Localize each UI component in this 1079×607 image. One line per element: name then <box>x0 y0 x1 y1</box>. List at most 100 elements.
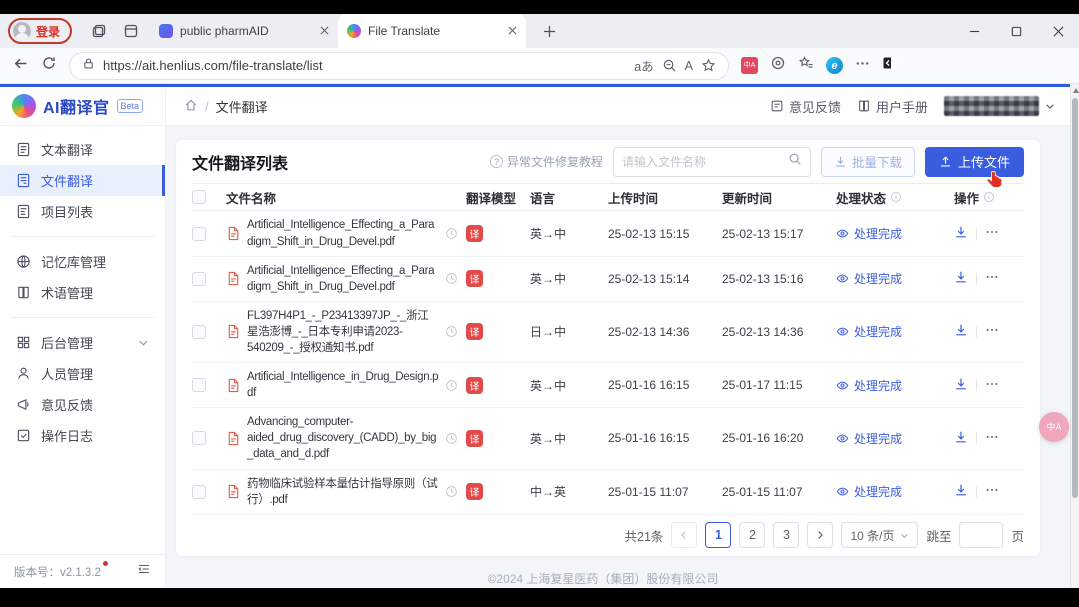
more-actions-icon[interactable] <box>985 377 999 394</box>
download-icon[interactable] <box>954 270 968 287</box>
app-title: AI翻译官 <box>43 94 110 118</box>
page-button-1[interactable]: 1 <box>705 522 731 548</box>
home-icon[interactable] <box>184 98 198 115</box>
search-icon[interactable] <box>788 152 802 171</box>
download-icon[interactable] <box>954 430 968 447</box>
row-checkbox[interactable] <box>192 378 206 392</box>
scrollbar-thumb[interactable] <box>1072 98 1078 498</box>
row-checkbox[interactable] <box>192 272 206 286</box>
translate-extension-icon[interactable]: 中A <box>741 57 758 74</box>
file-name-cell: Artificial_Intelligence_Effecting_a_Para… <box>226 217 466 249</box>
next-page-button[interactable] <box>807 522 833 548</box>
back-icon[interactable] <box>12 55 29 77</box>
divider <box>976 326 977 338</box>
prev-page-button[interactable] <box>671 522 697 548</box>
batch-download-button[interactable]: 批量下载 <box>821 147 915 177</box>
vertical-tabs-icon[interactable] <box>118 18 144 44</box>
lock-icon[interactable] <box>82 57 95 75</box>
status-cell[interactable]: 处理完成 <box>836 270 954 287</box>
table-row[interactable]: Advancing_computer-aided_drug_discovery_… <box>192 408 1024 469</box>
page-button-3[interactable]: 3 <box>773 522 799 548</box>
row-checkbox[interactable] <box>192 325 206 339</box>
table-row[interactable]: Artificial_Intelligence_in_Drug_Design.p… <box>192 363 1024 408</box>
sidebar-item-admin[interactable]: 后台管理 <box>0 327 165 358</box>
more-icon[interactable] <box>855 56 870 76</box>
zoom-out-icon[interactable] <box>662 58 677 73</box>
table-row[interactable]: 药物临床试验样本量估计指导原则（试行）.pdf 译 中→英 25-01-15 1… <box>192 470 1024 515</box>
feedback-link[interactable]: 意见反馈 <box>770 97 841 116</box>
upload-button[interactable]: 上传文件 <box>925 147 1024 177</box>
status-cell[interactable]: 处理完成 <box>836 377 954 394</box>
status-cell[interactable]: 处理完成 <box>836 483 954 500</box>
row-checkbox[interactable] <box>192 431 206 445</box>
download-icon[interactable] <box>954 483 968 500</box>
browser-profile-button[interactable]: 登录 <box>8 18 72 44</box>
view-eye-icon <box>836 272 849 285</box>
scroll-up-arrow[interactable] <box>1073 88 1079 93</box>
favorite-star-icon[interactable] <box>701 58 716 73</box>
sidebar-item-project-list[interactable]: 项目列表 <box>0 196 165 227</box>
url-text[interactable]: https://ait.henlius.com/file-translate/l… <box>103 58 626 73</box>
select-all-checkbox[interactable] <box>192 190 206 204</box>
pdf-file-icon <box>226 226 241 241</box>
row-checkbox[interactable] <box>192 227 206 241</box>
personnel-icon <box>16 366 31 381</box>
upload-time-cell: 25-02-13 14:36 <box>608 325 722 339</box>
login-label[interactable]: 登录 <box>36 23 60 40</box>
more-actions-icon[interactable] <box>985 270 999 287</box>
sidebar-item-feedback[interactable]: 意见反馈 <box>0 389 165 420</box>
refresh-icon[interactable] <box>41 55 57 76</box>
page-button-2[interactable]: 2 <box>739 522 765 548</box>
status-cell[interactable]: 处理完成 <box>836 225 954 242</box>
sidebar-item-text-translate[interactable]: 文本翻译 <box>0 134 165 165</box>
manual-link[interactable]: 用户手册 <box>857 97 928 116</box>
search-input[interactable] <box>622 155 788 169</box>
translate-page-icon[interactable]: aあ <box>634 56 653 75</box>
status-cell[interactable]: 处理完成 <box>836 430 954 447</box>
table-row[interactable]: Artificial_Intelligence_Effecting_a_Para… <box>192 257 1024 302</box>
new-tab-button[interactable] <box>536 18 562 44</box>
admin-grid-icon <box>16 335 31 350</box>
tab-close-icon[interactable] <box>320 24 329 38</box>
browser-logo-icon[interactable]: e <box>826 57 843 74</box>
extension-icon[interactable] <box>770 55 786 76</box>
app-logo[interactable]: AI翻译官 Beta <box>0 87 166 125</box>
actions-cell <box>954 483 1024 500</box>
more-actions-icon[interactable] <box>985 483 999 500</box>
download-icon[interactable] <box>954 225 968 242</box>
more-actions-icon[interactable] <box>985 430 999 447</box>
address-bar[interactable]: https://ait.henlius.com/file-translate/l… <box>69 52 729 80</box>
tab-close-icon[interactable] <box>508 24 517 38</box>
page-scrollbar[interactable] <box>1070 84 1079 588</box>
per-page-select[interactable]: 10 条/页 <box>841 522 918 548</box>
jump-page-input[interactable] <box>959 522 1003 548</box>
model-cell: 译 <box>466 225 530 242</box>
download-icon[interactable] <box>954 377 968 394</box>
more-actions-icon[interactable] <box>985 225 999 242</box>
workspaces-icon[interactable] <box>86 18 112 44</box>
browser-tab-pharmaid[interactable]: public pharmAID <box>150 14 338 48</box>
minimize-button[interactable] <box>953 14 995 48</box>
maximize-button[interactable] <box>995 14 1037 48</box>
browser-tab-file-translate[interactable]: File Translate <box>338 14 526 48</box>
sidebar-item-file-translate[interactable]: 文件翻译 <box>0 165 165 196</box>
sidebar-item-terminology[interactable]: 术语管理 <box>0 277 165 308</box>
table-row[interactable]: Artificial_Intelligence_Effecting_a_Para… <box>192 211 1024 256</box>
sidebar-item-personnel[interactable]: 人员管理 <box>0 358 165 389</box>
sidebar-panel-icon[interactable] <box>882 55 898 76</box>
more-actions-icon[interactable] <box>985 323 999 340</box>
user-menu[interactable] <box>944 96 1055 116</box>
read-aloud-icon[interactable]: A <box>685 59 693 73</box>
collapse-sidebar-icon[interactable] <box>137 562 151 581</box>
table-row[interactable]: FL397H4P1_-_P23413397JP_-_浙江星浩澎博_-_日本专利申… <box>192 302 1024 363</box>
actions-cell <box>954 225 1024 242</box>
sidebar-item-memory[interactable]: 记忆库管理 <box>0 246 165 277</box>
row-checkbox[interactable] <box>192 485 206 499</box>
translate-float-button[interactable]: 中A <box>1039 412 1069 442</box>
collections-icon[interactable] <box>798 55 814 76</box>
download-icon[interactable] <box>954 323 968 340</box>
repair-tutorial-link[interactable]: ? 异常文件修复教程 <box>490 153 603 170</box>
close-button[interactable] <box>1037 14 1079 48</box>
status-cell[interactable]: 处理完成 <box>836 323 954 340</box>
sidebar-item-logs[interactable]: 操作日志 <box>0 420 165 451</box>
